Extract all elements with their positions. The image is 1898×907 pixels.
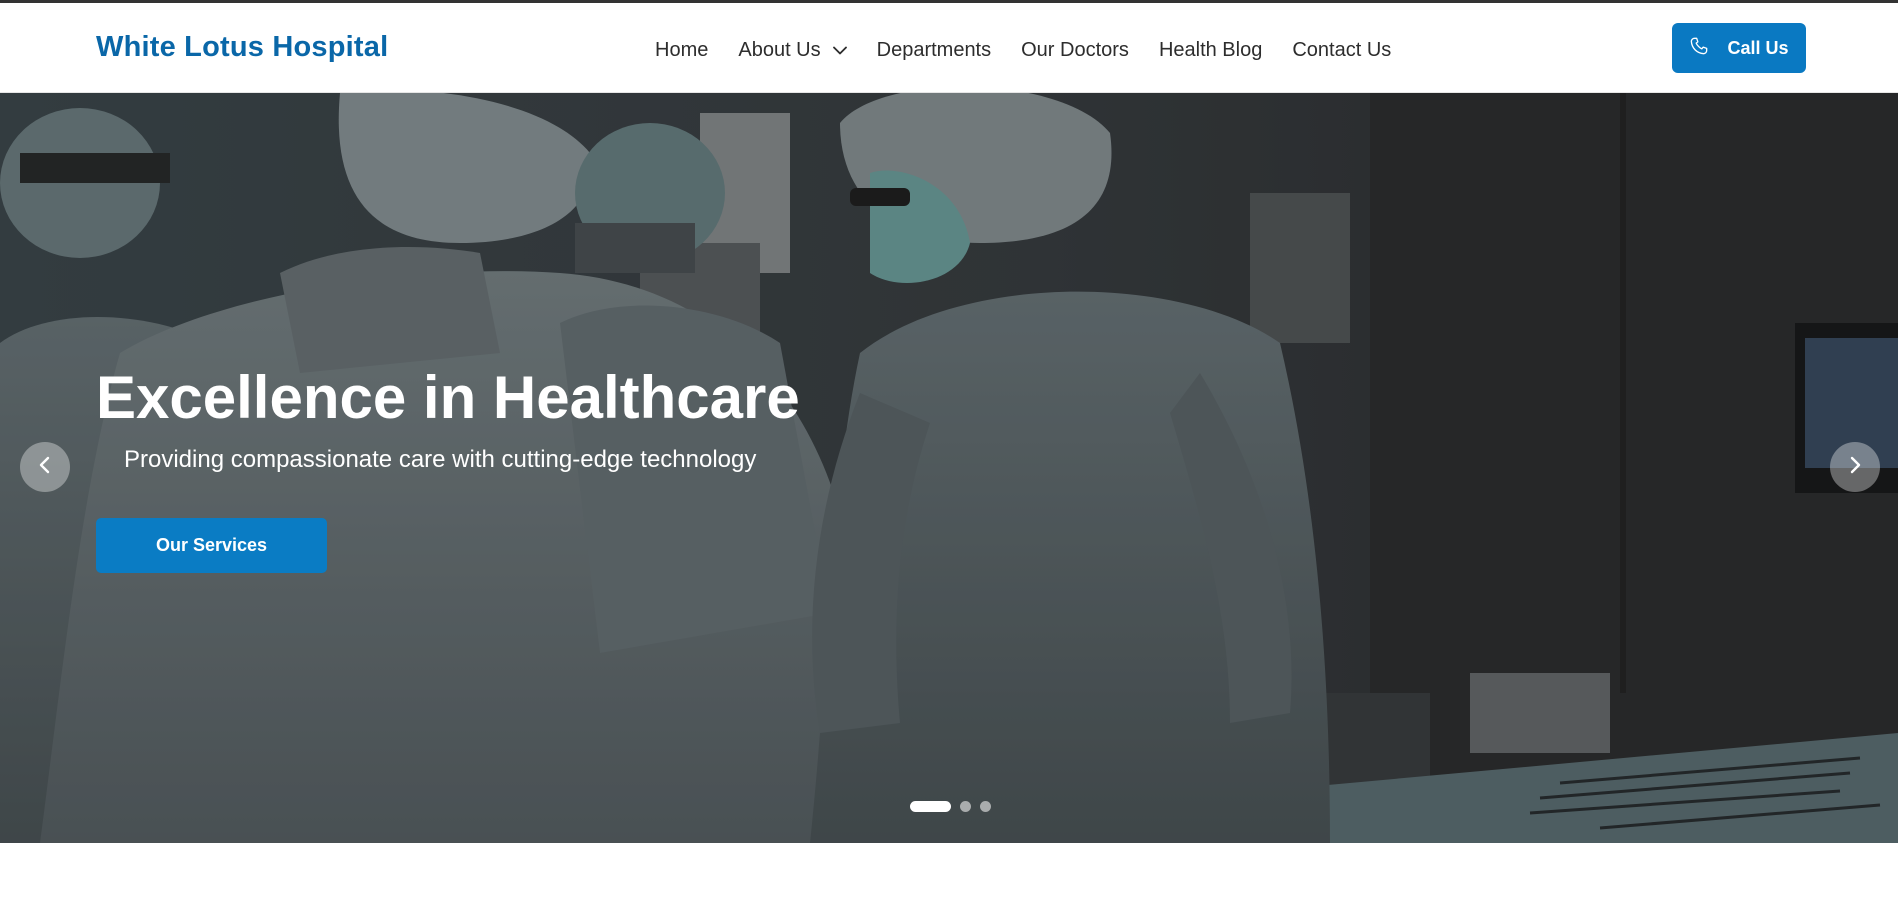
nav-our-doctors-label: Our Doctors (1021, 39, 1129, 61)
nav-home-label: Home (655, 39, 709, 61)
chevron-down-icon (832, 46, 847, 55)
chevron-right-icon (1848, 455, 1862, 480)
chevron-left-icon (38, 455, 52, 480)
nav-our-doctors[interactable]: Our Doctors (1021, 39, 1129, 62)
nav-health-blog[interactable]: Health Blog (1159, 39, 1262, 62)
site-header: White Lotus Hospital Home About Us Depar… (0, 3, 1898, 93)
hero-title: Excellence in Healthcare (96, 364, 800, 431)
nav-contact-us-label: Contact Us (1292, 39, 1392, 61)
nav-departments[interactable]: Departments (877, 39, 992, 62)
call-us-button[interactable]: Call Us (1672, 23, 1806, 73)
carousel-dot-3[interactable] (980, 801, 991, 812)
carousel-prev-button[interactable] (20, 442, 70, 492)
nav-contact-us[interactable]: Contact Us (1292, 39, 1391, 62)
hero-carousel: Excellence in Healthcare Providing compa… (0, 93, 1898, 843)
carousel-next-button[interactable] (1830, 442, 1880, 492)
carousel-indicators (910, 801, 991, 812)
carousel-dot-1[interactable] (910, 801, 951, 812)
nav-about-us[interactable]: About Us (738, 39, 847, 62)
carousel-dot-2[interactable] (960, 801, 971, 812)
nav-health-blog-label: Health Blog (1158, 39, 1263, 61)
call-us-label: Call Us (1727, 37, 1789, 58)
main-nav: Home About Us Departments Our Doctors He… (655, 39, 1421, 62)
phone-icon (1689, 36, 1709, 61)
nav-home[interactable]: Home (655, 39, 708, 62)
nav-about-us-label: About Us (738, 39, 821, 61)
our-services-button[interactable]: Our Services (96, 518, 327, 573)
brand-logo[interactable]: White Lotus Hospital (96, 31, 388, 64)
hero-subtitle: Providing compassionate care with cuttin… (124, 446, 757, 473)
nav-departments-label: Departments (876, 39, 992, 61)
